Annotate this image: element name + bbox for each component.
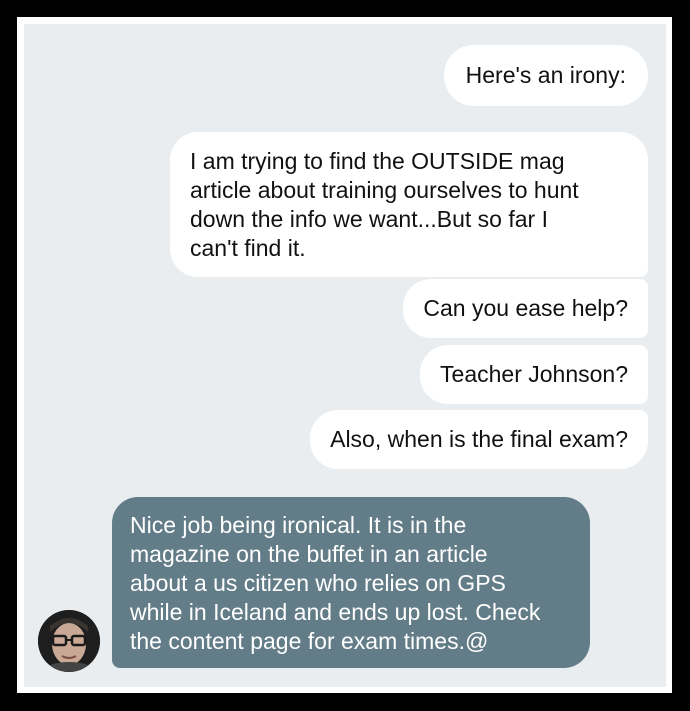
message-bubble-final-exam[interactable]: Also, when is the final exam? [310, 410, 648, 469]
avatar-icon [38, 610, 100, 672]
avatar[interactable] [38, 610, 100, 672]
message-bubble-help[interactable]: Can you ease help? [403, 279, 648, 338]
message-bubble-outside-article[interactable]: I am trying to find the OUTSIDE mag arti… [170, 132, 648, 277]
message-bubble-irony[interactable]: Here's an irony: [443, 45, 648, 106]
chat-thread: Here's an irony: I am trying to find the… [24, 24, 666, 687]
message-bubble-teacher[interactable]: Teacher Johnson? [420, 345, 648, 404]
reply-bubble[interactable]: Nice job being ironical. It is in the ma… [112, 497, 590, 668]
